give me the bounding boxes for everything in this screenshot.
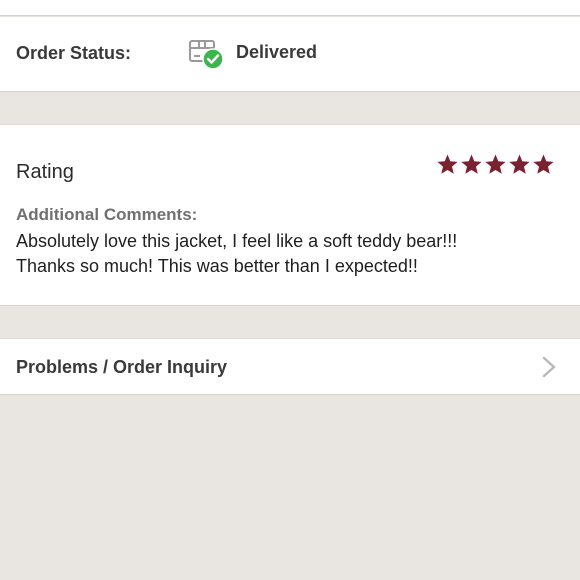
top-panel: [0, 0, 580, 16]
comment-line: Thanks so much! This was better than I e…: [16, 256, 418, 276]
star-rating: [436, 153, 555, 176]
order-status-value: Delivered: [236, 42, 318, 62]
order-inquiry-row[interactable]: Problems / Order Inquiry: [0, 338, 580, 395]
comments-text: Absolutely love this jacket, I feel like…: [16, 229, 556, 279]
order-status-label: Order Status:: [16, 43, 132, 63]
star-icon: [437, 154, 458, 174]
chevron-right-icon: [542, 356, 556, 378]
star-icon: [533, 154, 554, 174]
rating-label: Rating: [16, 161, 74, 183]
star-icon: [509, 154, 530, 174]
comment-line: Absolutely love this jacket, I feel like…: [16, 231, 458, 251]
star-icon: [461, 154, 482, 174]
comments-label: Additional Comments:: [16, 205, 198, 224]
package-delivered-icon: [189, 40, 224, 70]
order-status-row: Order Status: Delivered: [0, 17, 580, 92]
star-icon: [485, 154, 506, 174]
order-inquiry-label: Problems / Order Inquiry: [16, 357, 228, 377]
rating-card: Rating Additional Comments: Absolutely l…: [0, 124, 580, 306]
